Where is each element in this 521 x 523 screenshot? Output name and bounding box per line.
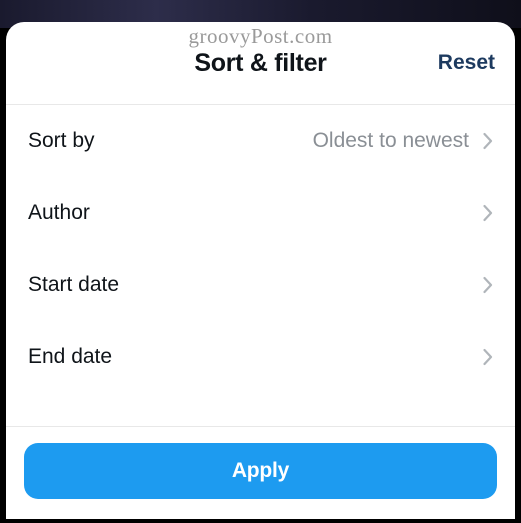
reset-button[interactable]: Reset: [438, 51, 495, 75]
chevron-right-icon: [483, 204, 493, 222]
sheet-footer: Apply: [6, 426, 515, 519]
apply-button[interactable]: Apply: [24, 443, 497, 499]
end-date-row[interactable]: End date: [6, 321, 515, 393]
author-label: Author: [28, 201, 90, 225]
filter-rows: Sort by Oldest to newest Author Start da…: [6, 105, 515, 426]
sort-filter-sheet: Sort & filter Reset Sort by Oldest to ne…: [6, 22, 515, 519]
sort-by-row[interactable]: Sort by Oldest to newest: [6, 105, 515, 177]
start-date-row[interactable]: Start date: [6, 249, 515, 321]
author-row[interactable]: Author: [6, 177, 515, 249]
sheet-title: Sort & filter: [194, 49, 326, 78]
chevron-right-icon: [483, 348, 493, 366]
sheet-header: Sort & filter Reset: [6, 22, 515, 105]
sort-by-label: Sort by: [28, 129, 95, 153]
chevron-right-icon: [483, 276, 493, 294]
end-date-label: End date: [28, 345, 112, 369]
sort-by-value: Oldest to newest: [313, 129, 469, 153]
chevron-right-icon: [483, 132, 493, 150]
start-date-label: Start date: [28, 273, 119, 297]
